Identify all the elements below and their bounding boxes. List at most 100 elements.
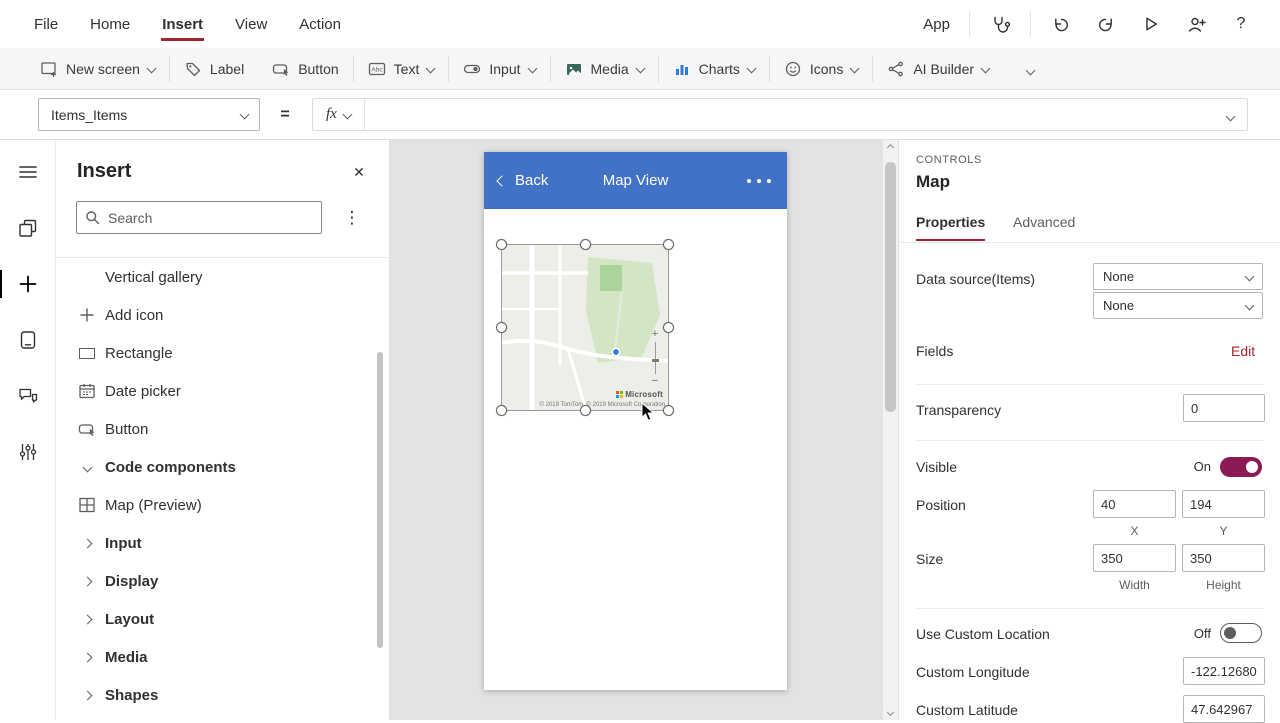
ribbon-button-control[interactable]: Button <box>258 48 352 90</box>
formula-input[interactable] <box>365 99 1214 130</box>
undo-icon[interactable] <box>1046 9 1076 39</box>
x-caption: X <box>1093 524 1176 538</box>
insert-section-label: Display <box>105 573 158 590</box>
dropdown-value: None <box>1103 269 1134 284</box>
resize-handle-n[interactable] <box>580 239 591 250</box>
map-control-selected[interactable]: + − Microsoft © 2019 TomTom, © 2019 Micr… <box>502 245 668 410</box>
position-x-input[interactable] <box>1093 490 1176 518</box>
rail-data-button[interactable] <box>0 312 55 368</box>
insert-section-code-components[interactable]: Code components <box>56 448 390 486</box>
tab-properties[interactable]: Properties <box>916 214 985 241</box>
insert-item-vertical-gallery[interactable]: Vertical gallery <box>56 258 390 296</box>
top-menu-bar: File Home Insert View Action App ? <box>0 0 1280 48</box>
ribbon-label: Charts <box>699 61 740 77</box>
resize-handle-s[interactable] <box>580 405 591 416</box>
button-icon <box>272 60 290 78</box>
panel-scrollbar[interactable] <box>377 352 383 648</box>
help-icon[interactable]: ? <box>1226 9 1256 39</box>
fx-button[interactable]: fx <box>313 99 365 130</box>
insert-section-label: Layout <box>105 611 154 628</box>
property-selector[interactable]: Items_Items <box>38 98 260 131</box>
tab-advanced[interactable]: Advanced <box>1013 214 1075 242</box>
visible-toggle[interactable] <box>1220 457 1262 477</box>
insert-item-label: Button <box>105 421 148 438</box>
insert-section-layout[interactable]: Layout <box>56 600 390 638</box>
search-input[interactable] <box>108 210 313 226</box>
data-source-dropdown-1[interactable]: None <box>1093 263 1263 290</box>
rail-menu-button[interactable] <box>0 144 55 200</box>
fields-edit-link[interactable]: Edit <box>1231 343 1255 359</box>
resize-handle-se[interactable] <box>663 405 674 416</box>
y-caption: Y <box>1182 524 1265 538</box>
rail-insert-button[interactable] <box>0 256 55 312</box>
chat-icon <box>17 385 39 407</box>
text-icon: Abc <box>368 60 386 78</box>
transparency-input[interactable] <box>1183 394 1265 422</box>
share-user-icon[interactable] <box>1181 9 1211 39</box>
rail-advanced-tools-button[interactable] <box>0 424 55 480</box>
insert-section-shapes[interactable]: Shapes <box>56 676 390 714</box>
custom-latitude-input[interactable] <box>1183 695 1265 723</box>
ribbon-label-control[interactable]: Label <box>170 48 258 90</box>
scrollbar-thumb[interactable] <box>885 162 896 412</box>
resize-handle-e[interactable] <box>663 322 674 333</box>
resize-handle-ne[interactable] <box>663 239 674 250</box>
size-height-input[interactable] <box>1182 544 1265 572</box>
ribbon-overflow-chevron[interactable] <box>1019 53 1042 85</box>
ribbon-ai-builder[interactable]: AI Builder <box>873 48 1003 90</box>
overflow-dots-icon[interactable] <box>747 152 771 209</box>
data-source-dropdown-2[interactable]: None <box>1093 292 1263 319</box>
resize-handle-nw[interactable] <box>496 239 507 250</box>
sliders-icon <box>17 441 39 463</box>
custom-latitude-label: Custom Latitude <box>916 702 1018 718</box>
insert-section-display[interactable]: Display <box>56 562 390 600</box>
back-button[interactable]: Back <box>498 152 548 209</box>
preview-play-icon[interactable] <box>1136 9 1166 39</box>
insert-section-input[interactable]: Input <box>56 524 390 562</box>
scroll-up-arrow[interactable] <box>883 140 898 155</box>
menu-view[interactable]: View <box>219 0 283 48</box>
icons-icon <box>784 60 802 78</box>
menu-home[interactable]: Home <box>74 0 146 48</box>
app-checker-icon[interactable] <box>985 9 1015 39</box>
ribbon-new-screen[interactable]: New screen <box>26 48 169 90</box>
redo-icon[interactable] <box>1091 9 1121 39</box>
insert-item-date-picker[interactable]: Date picker <box>56 372 390 410</box>
ribbon-label: Button <box>298 61 338 77</box>
close-icon[interactable]: ✕ <box>349 162 369 182</box>
size-width-input[interactable] <box>1093 544 1176 572</box>
app-menu[interactable]: App <box>923 16 950 33</box>
scroll-down-arrow[interactable] <box>883 705 898 720</box>
kebab-menu-icon[interactable]: ⋮ <box>340 203 364 233</box>
rail-comments-button[interactable] <box>0 368 55 424</box>
ribbon-input[interactable]: Input <box>449 48 549 90</box>
resize-handle-sw[interactable] <box>496 405 507 416</box>
chevron-down-icon <box>635 64 645 74</box>
ribbon-charts[interactable]: Charts <box>659 48 769 90</box>
menu-action[interactable]: Action <box>283 0 357 48</box>
position-y-input[interactable] <box>1182 490 1265 518</box>
resize-handle-w[interactable] <box>496 322 507 333</box>
chevron-down-icon <box>527 64 537 74</box>
zoom-out-button[interactable]: − <box>652 376 658 387</box>
use-custom-location-toggle[interactable] <box>1220 623 1262 643</box>
ribbon-icons[interactable]: Icons <box>770 48 872 90</box>
formula-expand-chevron[interactable] <box>1214 107 1247 123</box>
insert-item-map-preview[interactable]: Map (Preview) <box>56 486 390 524</box>
insert-item-button[interactable]: Button <box>56 410 390 448</box>
rail-tree-view-button[interactable] <box>0 200 55 256</box>
insert-section-media[interactable]: Media <box>56 638 390 676</box>
width-caption: Width <box>1093 578 1176 592</box>
custom-longitude-input[interactable] <box>1183 657 1265 685</box>
zoom-slider[interactable] <box>655 342 656 374</box>
menu-file[interactable]: File <box>18 0 74 48</box>
insert-item-rectangle[interactable]: Rectangle <box>56 334 390 372</box>
ribbon-media[interactable]: Media <box>551 48 658 90</box>
data-icon <box>17 329 39 351</box>
insert-item-add-icon[interactable]: Add icon <box>56 296 390 334</box>
chevron-right-icon <box>76 608 98 630</box>
ribbon-text[interactable]: Abc Text <box>354 48 449 90</box>
menu-insert[interactable]: Insert <box>146 0 219 48</box>
app-screen[interactable]: Map View Back <box>484 152 787 690</box>
zoom-in-button[interactable]: + <box>652 329 658 340</box>
